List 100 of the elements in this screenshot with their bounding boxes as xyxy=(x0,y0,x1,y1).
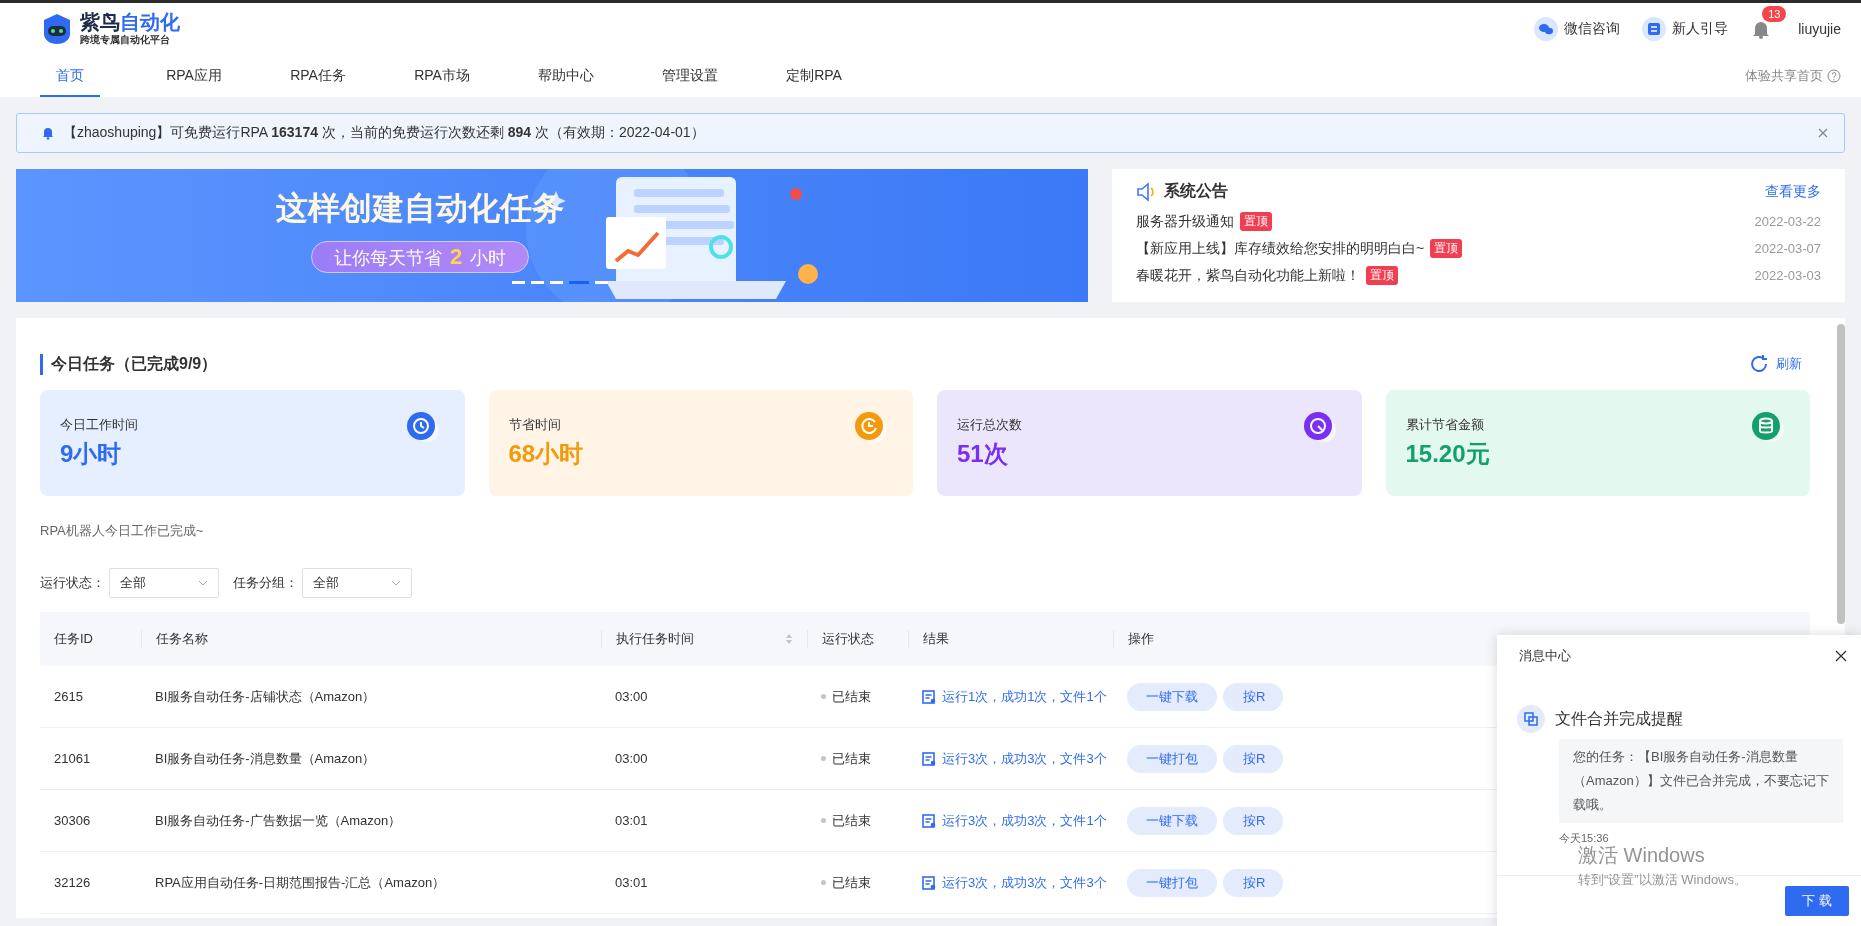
logo-subtitle: 跨境专属自动化平台 xyxy=(80,33,171,47)
announcement-date: 2022-03-22 xyxy=(1754,214,1821,229)
result-link[interactable]: 运行3次，成功3次，文件1个 xyxy=(942,811,1107,830)
action-button[interactable]: 按R xyxy=(1223,682,1283,711)
stat-label: 节省时间 xyxy=(508,416,562,434)
result-link[interactable]: 运行3次，成功3次，文件3个 xyxy=(942,873,1107,892)
column-header: 任务ID xyxy=(54,630,93,648)
announcement-title: 系统公告 xyxy=(1164,181,1228,201)
sort-icon[interactable] xyxy=(785,633,793,645)
stat-value: 68小时 xyxy=(508,439,585,469)
stat-label: 运行总次数 xyxy=(957,416,1023,434)
message-time: 今天15:36 xyxy=(1559,831,1610,846)
nav-tab[interactable]: RPA任务 xyxy=(256,55,380,97)
files-icon xyxy=(1517,705,1545,733)
report-icon xyxy=(922,875,936,890)
stat-label: 今日工作时间 xyxy=(60,416,139,434)
banner-headline: 这样创建自动化任务 xyxy=(276,189,564,228)
table-cell: 2615 xyxy=(54,689,83,704)
activation-watermark-title: 激活 Windows xyxy=(1578,843,1706,868)
stat-value: 9小时 xyxy=(60,439,123,469)
table-cell: BI服务自动任务-店铺状态（Amazon） xyxy=(155,687,376,706)
report-icon xyxy=(922,751,936,766)
report-icon xyxy=(922,813,936,828)
notification-count: 13 xyxy=(1762,6,1787,22)
wechat-consult-button[interactable]: 微信咨询 xyxy=(1534,17,1621,41)
action-button[interactable]: 按R xyxy=(1223,868,1283,897)
table-cell: 03:01 xyxy=(615,813,648,828)
refresh-icon xyxy=(1748,353,1770,375)
action-button[interactable]: 按R xyxy=(1223,744,1283,773)
result-link[interactable]: 运行3次，成功3次，文件3个 xyxy=(942,749,1107,768)
notice-text: 【zhaoshuping】可免费运行RPA 163174 次，当前的免费运行次数还剩 894 次（有效期：2022-04-01） xyxy=(63,124,705,142)
help-icon[interactable] xyxy=(1827,69,1841,83)
action-button[interactable]: 一键下载 xyxy=(1127,682,1217,711)
nav-tab[interactable]: 定制RPA xyxy=(752,55,876,97)
filter-select[interactable]: 全部 xyxy=(109,568,219,598)
table-cell: 30306 xyxy=(54,813,91,828)
filter-select[interactable]: 全部 xyxy=(302,568,412,598)
status-dot xyxy=(821,880,826,885)
column-header: 执行任务时间 xyxy=(616,630,694,648)
column-header: 结果 xyxy=(923,630,949,648)
table-cell: BI服务自动任务-广告数据一览（Amazon） xyxy=(155,811,402,830)
bell-icon xyxy=(41,126,55,140)
table-cell: BI服务自动任务-消息数量（Amazon） xyxy=(155,749,376,768)
message-body: 您的任务：【BI服务自动任务-消息数量（Amazon）】文件已合并完成，不要忘记下载哦。 xyxy=(1559,739,1843,823)
announcement-date: 2022-03-07 xyxy=(1754,241,1821,256)
filter-label: 任务分组： xyxy=(233,574,298,592)
status-dot xyxy=(821,756,826,761)
pinned-tag: 置顶 xyxy=(1240,212,1272,231)
action-button[interactable]: 一键打包 xyxy=(1127,868,1217,897)
refresh-button[interactable]: 刷新 xyxy=(1742,352,1808,376)
caret-icon xyxy=(391,580,401,586)
close-icon[interactable] xyxy=(1835,650,1847,662)
column-header: 运行状态 xyxy=(822,630,874,648)
stat-label: 累计节省金额 xyxy=(1405,416,1485,434)
share-home-link[interactable]: 体验共享首页 xyxy=(1745,67,1823,85)
status-text: 已结束 xyxy=(832,687,871,706)
nav-tab[interactable]: RPA市场 xyxy=(380,55,504,97)
document-icon xyxy=(1642,17,1667,41)
nav-tab[interactable]: 管理设置 xyxy=(628,55,752,97)
pinned-tag: 置顶 xyxy=(1430,239,1463,258)
table-cell: 03:00 xyxy=(615,689,648,704)
announcement-link[interactable]: 春暖花开，紫鸟自动化功能上新啦！ xyxy=(1136,266,1360,285)
report-icon xyxy=(922,689,936,704)
nav-tab[interactable]: RPA应用 xyxy=(132,55,256,97)
status-text: 已结束 xyxy=(832,749,871,768)
status-dot xyxy=(821,694,826,699)
table-cell: 03:00 xyxy=(615,751,648,766)
username[interactable]: liuyujie xyxy=(1798,21,1841,37)
result-link[interactable]: 运行1次，成功1次，文件1个 xyxy=(942,687,1107,706)
activation-watermark-text: 转到“设置”以激活 Windows。 xyxy=(1578,871,1747,889)
table-cell: RPA应用自动任务-日期范围报告-汇总（Amazon） xyxy=(155,873,446,892)
status-dot xyxy=(821,818,826,823)
caret-icon xyxy=(198,580,208,586)
announcement-date: 2022-03-03 xyxy=(1754,268,1821,283)
message-title: 文件合并完成提醒 xyxy=(1555,708,1683,729)
nav-tab[interactable]: 首页 xyxy=(8,55,132,97)
section-title: 今日任务（已完成9/9） xyxy=(40,353,218,375)
stat-value: 15.20元 xyxy=(1405,439,1491,469)
column-header: 任务名称 xyxy=(156,630,208,648)
scrollbar[interactable] xyxy=(1837,324,1845,624)
banner-tagline: 让你每天节省 2 小时 xyxy=(310,241,530,273)
table-cell: 32126 xyxy=(54,875,91,890)
guide-button[interactable]: 新人引导 xyxy=(1642,17,1729,41)
filter-label: 运行状态： xyxy=(40,574,105,592)
table-cell: 03:01 xyxy=(615,875,648,890)
status-message: RPA机器人今日工作已完成~ xyxy=(40,522,205,540)
announcement-link[interactable]: 【新应用上线】库存绩效给您安排的明明白白~ xyxy=(1136,239,1425,258)
logo-title: 紫鸟自动化 xyxy=(80,11,180,33)
action-button[interactable]: 按R xyxy=(1223,806,1283,835)
stat-value: 51次 xyxy=(957,439,1009,469)
action-button[interactable]: 一键下载 xyxy=(1127,806,1217,835)
nav-tab[interactable]: 帮助中心 xyxy=(504,55,628,97)
download-button[interactable]: 下 载 xyxy=(1785,886,1849,916)
announcement-link[interactable]: 服务器升级通知 xyxy=(1136,212,1234,231)
action-button[interactable]: 一键打包 xyxy=(1127,744,1217,773)
panel-title: 消息中心 xyxy=(1519,647,1571,665)
table-cell: 21061 xyxy=(54,751,91,766)
chat-bubbles-icon xyxy=(1534,17,1559,41)
view-more-link[interactable]: 查看更多 xyxy=(1765,182,1821,201)
status-text: 已结束 xyxy=(832,873,871,892)
